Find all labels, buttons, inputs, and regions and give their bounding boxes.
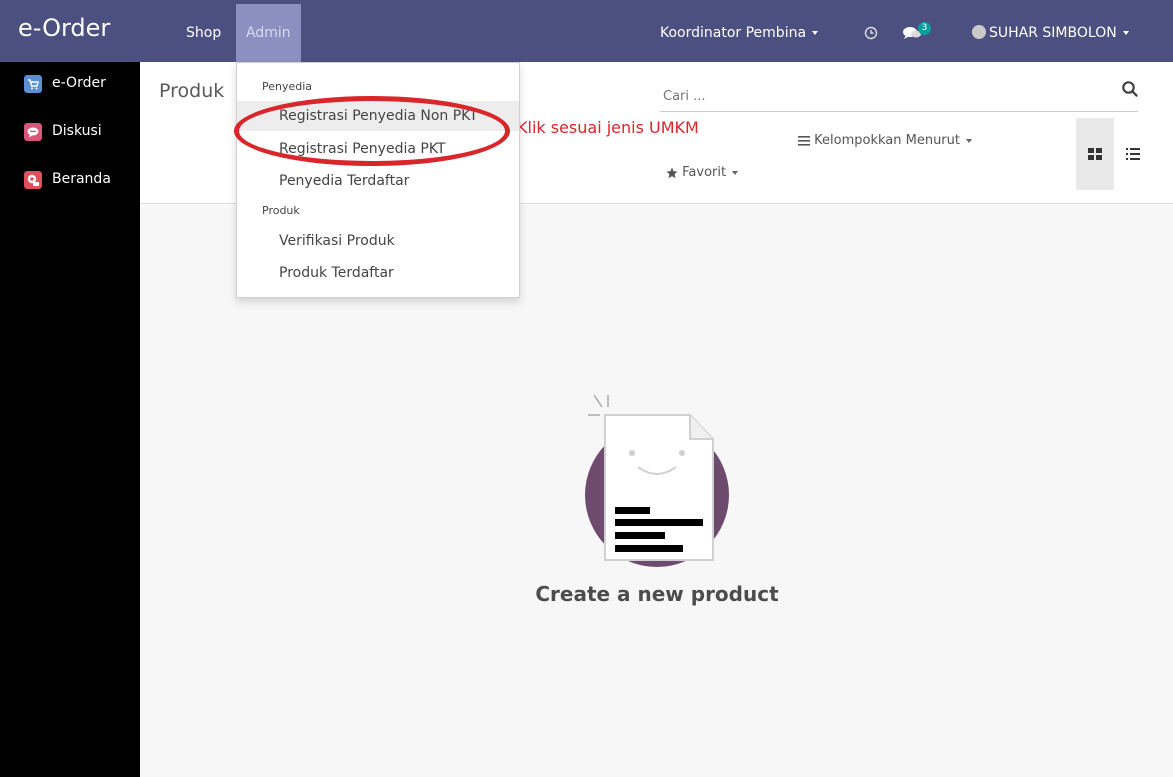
empty-state-illustration [585,395,729,567]
search-box [660,82,1138,112]
company-name: Koordinator Pembina [660,25,807,41]
chevron-down-icon [732,170,739,175]
breadcrumb[interactable]: Produk [159,80,224,102]
list-view-button[interactable] [1114,118,1152,190]
dropdown-section-header: Penyedia [262,80,313,93]
user-name: SUHAR SIMBOLON [989,25,1117,41]
menu-admin[interactable]: Admin [236,4,301,62]
list-icon [1126,148,1140,160]
search-input[interactable] [660,82,1100,110]
search-icon[interactable] [1120,79,1140,99]
activity-button[interactable] [864,4,878,62]
sidebar-item-diskusi[interactable]: Diskusi [0,116,140,148]
avatar-icon [972,24,986,39]
app-brand[interactable]: e-Order [18,14,110,42]
sidebar-item-beranda[interactable]: Beranda [0,164,140,196]
menu-shop[interactable]: Shop [176,4,231,62]
dropdown-section-header: Produk [262,204,300,217]
favorites-label: Favorit [682,165,727,180]
favorites-button[interactable]: Favorit [666,165,739,180]
user-menu[interactable]: SUHAR SIMBOLON [972,4,1129,62]
kanban-view-button[interactable] [1076,118,1114,190]
company-switcher[interactable]: Koordinator Pembina [660,4,819,62]
chevron-down-icon [812,31,819,35]
star-icon [666,167,678,178]
messaging-button[interactable]: 3 [902,4,931,62]
chat-bubble-icon [24,123,42,141]
menu-item-produk-terdaftar[interactable]: Produk Terdaftar [237,258,519,288]
clock-icon [864,26,878,40]
empty-state-title[interactable]: Create a new product [470,582,844,606]
chat-count-badge: 3 [918,22,931,35]
chevron-down-icon [1122,31,1129,35]
admin-dropdown-menu: Penyedia Registrasi Penyedia Non PKT Reg… [236,62,520,298]
kanban-icon [1088,148,1102,160]
sidebar-item-label: Beranda [52,171,111,187]
menu-item-registrasi-penyedia-non-pkt[interactable]: Registrasi Penyedia Non PKT [237,101,519,131]
group-by-label: Kelompokkan Menurut [814,133,960,148]
sidebar-item-e-order[interactable]: e-Order [0,68,140,100]
menu-item-penyedia-terdaftar[interactable]: Penyedia Terdaftar [237,166,519,196]
menu-item-verifikasi-produk[interactable]: Verifikasi Produk [237,226,519,256]
sidebar-item-label: e-Order [52,75,106,91]
group-by-button[interactable]: Kelompokkan Menurut [798,133,972,148]
sidebar-item-label: Diskusi [52,123,102,139]
annotation-text: Klik sesuai jenis UMKM [517,118,699,137]
home-icon [24,171,42,189]
top-navbar: e-Order Shop Admin Koordinator Pembina 3… [0,0,1173,62]
sidebar: e-Order Diskusi Beranda [0,62,140,777]
list-bars-icon [798,135,810,146]
menu-item-registrasi-penyedia-pkt[interactable]: Registrasi Penyedia PKT [237,134,519,164]
cart-icon [24,75,42,93]
chevron-down-icon [966,138,972,143]
